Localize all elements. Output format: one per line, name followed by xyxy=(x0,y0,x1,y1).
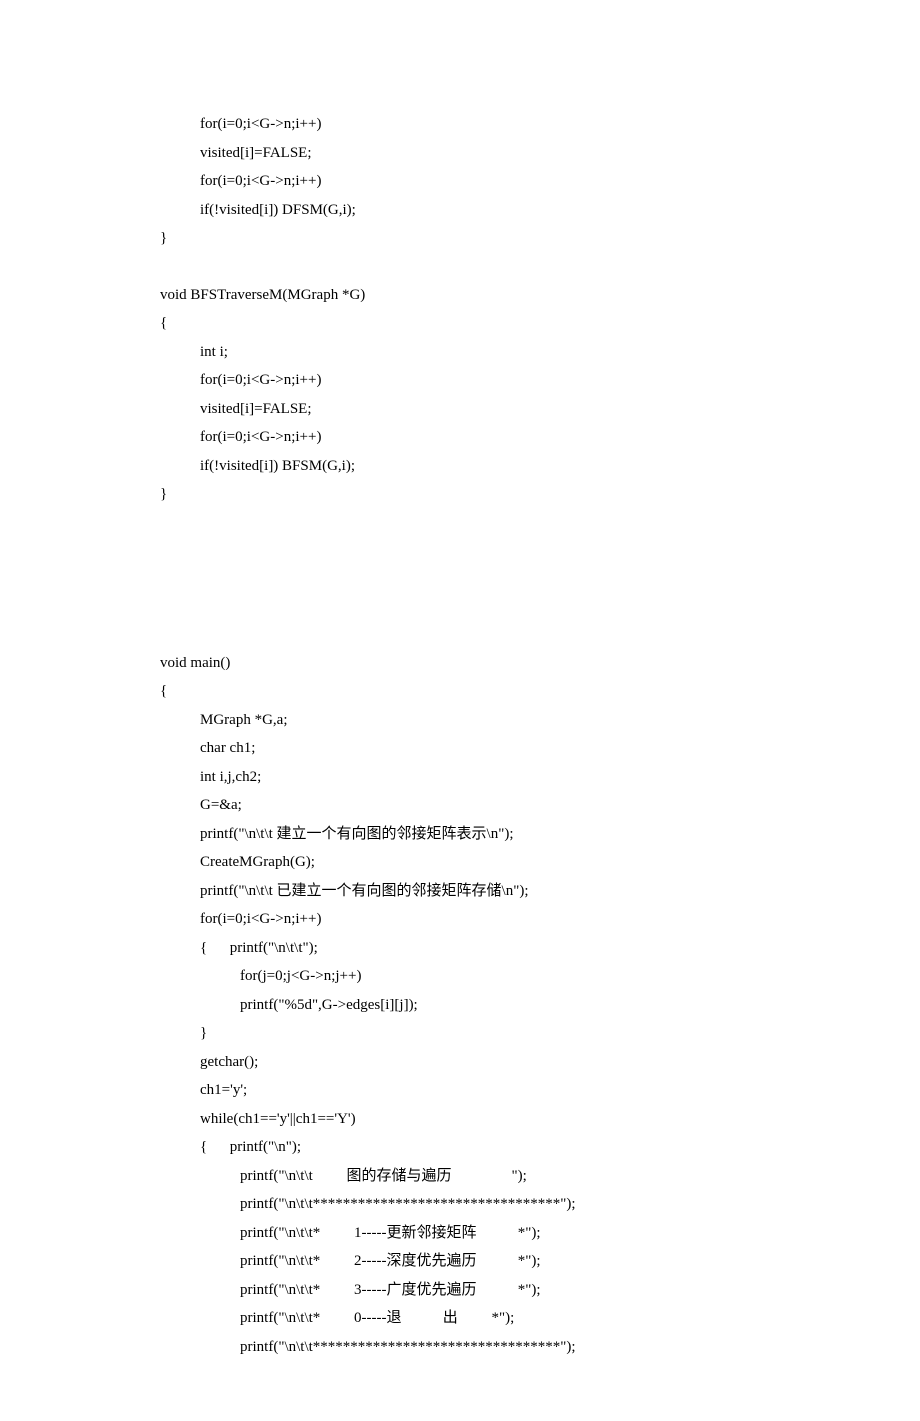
code-line: printf("\n\t\t 已建立一个有向图的邻接矩阵存储\n"); xyxy=(160,877,760,906)
code-line: ch1='y'; xyxy=(160,1076,760,1105)
code-line: if(!visited[i]) DFSM(G,i); xyxy=(160,196,760,225)
code-line: while(ch1=='y'||ch1=='Y') xyxy=(160,1105,760,1134)
code-line: void main() xyxy=(160,649,760,678)
code-line: { xyxy=(160,677,760,706)
code-line: printf("\n\t\t* 2-----深度优先遍历 *"); xyxy=(160,1247,760,1276)
code-line: for(i=0;i<G->n;i++) xyxy=(160,905,760,934)
code-line: printf("\n\t\t* 1-----更新邻接矩阵 *"); xyxy=(160,1219,760,1248)
code-line: for(i=0;i<G->n;i++) xyxy=(160,366,760,395)
blank-section xyxy=(160,509,760,649)
code-line: printf("\n\t\t* 0-----退 出 *"); xyxy=(160,1304,760,1333)
code-line: for(j=0;j<G->n;j++) xyxy=(160,962,760,991)
code-line: for(i=0;i<G->n;i++) xyxy=(160,167,760,196)
code-line: printf("\n\t\t**************************… xyxy=(160,1333,760,1362)
code-line: getchar(); xyxy=(160,1048,760,1077)
document-page: for(i=0;i<G->n;i++) visited[i]=FALSE; fo… xyxy=(0,0,920,1421)
code-line: char ch1; xyxy=(160,734,760,763)
code-line: visited[i]=FALSE; xyxy=(160,139,760,168)
code-line: CreateMGraph(G); xyxy=(160,848,760,877)
code-line: } xyxy=(160,224,760,253)
code-line: printf("%5d",G->edges[i][j]); xyxy=(160,991,760,1020)
code-line: printf("\n\t\t**************************… xyxy=(160,1190,760,1219)
code-line: if(!visited[i]) BFSM(G,i); xyxy=(160,452,760,481)
code-line: int i,j,ch2; xyxy=(160,763,760,792)
code-line: printf("\n\t\t 建立一个有向图的邻接矩阵表示\n"); xyxy=(160,820,760,849)
code-line: int i; xyxy=(160,338,760,367)
code-line: G=&a; xyxy=(160,791,760,820)
code-line: } xyxy=(160,480,760,509)
code-line: { printf("\n"); xyxy=(160,1133,760,1162)
code-line: printf("\n\t\t 图的存储与遍历 "); xyxy=(160,1162,760,1191)
code-line: } xyxy=(160,1019,760,1048)
code-line: MGraph *G,a; xyxy=(160,706,760,735)
code-line: for(i=0;i<G->n;i++) xyxy=(160,110,760,139)
code-line: { printf("\n\t\t"); xyxy=(160,934,760,963)
blank-line xyxy=(160,253,760,281)
code-line: { xyxy=(160,309,760,338)
code-line: visited[i]=FALSE; xyxy=(160,395,760,424)
code-line: printf("\n\t\t* 3-----广度优先遍历 *"); xyxy=(160,1276,760,1305)
code-line: for(i=0;i<G->n;i++) xyxy=(160,423,760,452)
code-line: void BFSTraverseM(MGraph *G) xyxy=(160,281,760,310)
